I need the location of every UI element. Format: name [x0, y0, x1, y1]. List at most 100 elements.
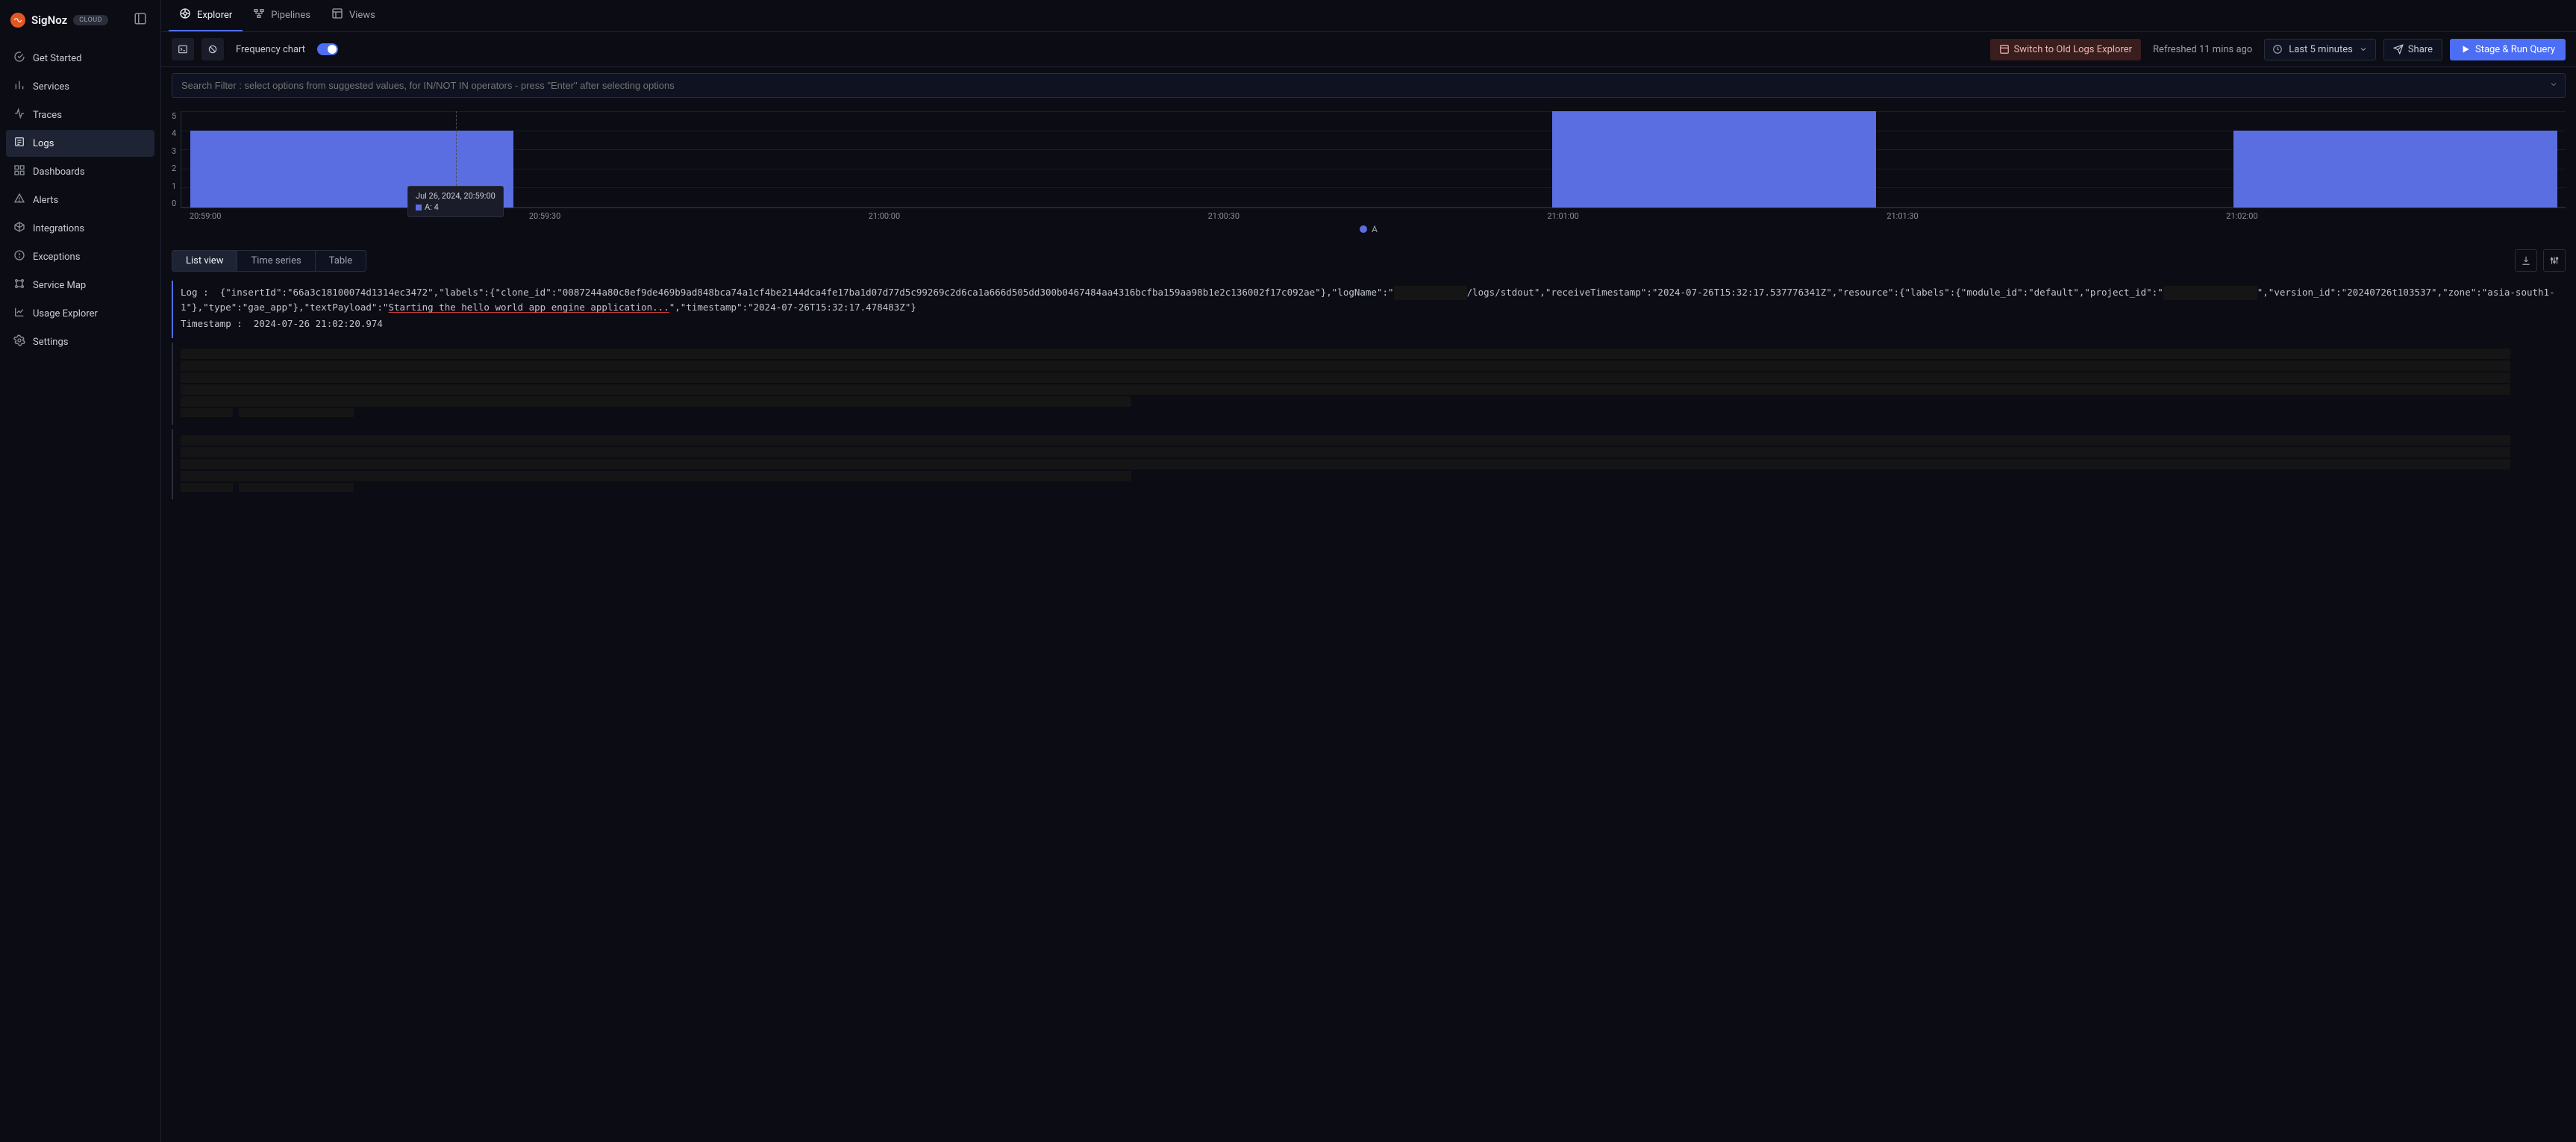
- switch-old-explorer-button[interactable]: Switch to Old Logs Explorer: [1990, 39, 2141, 60]
- sidebar-item-label: Traces: [33, 110, 62, 121]
- redacted-text: [239, 408, 354, 417]
- x-tick: 21:02:00: [2226, 211, 2566, 221]
- sidebar-item-label: Services: [33, 81, 69, 93]
- logs-icon: [13, 136, 25, 151]
- y-tick: 1: [172, 181, 176, 191]
- redacted-text: [181, 384, 2510, 395]
- sidebar-item-service-map[interactable]: Service Map: [6, 272, 154, 299]
- sidebar-item-logs[interactable]: Logs: [6, 130, 154, 157]
- log-entry[interactable]: [172, 343, 2566, 425]
- y-tick: 2: [172, 163, 176, 173]
- view-tab-list-view[interactable]: List view: [172, 251, 237, 271]
- chart-bar[interactable]: [2233, 131, 2557, 208]
- timestamp-label: Timestamp :: [181, 318, 243, 329]
- cancel-query-button[interactable]: [201, 38, 224, 60]
- x-tick: 21:00:00: [869, 211, 1208, 221]
- switch-old-explorer-label: Switch to Old Logs Explorer: [2014, 44, 2132, 55]
- chevron-down-icon: [2359, 45, 2368, 54]
- log-entry[interactable]: Log : {"insertId":"66a3c18100074d1314ec3…: [172, 281, 2566, 338]
- brand-logo: [10, 13, 25, 28]
- download-button[interactable]: [2515, 249, 2537, 272]
- redacted-text: [239, 483, 354, 492]
- sidebar-item-exceptions[interactable]: Exceptions: [6, 243, 154, 270]
- x-tick: 20:59:00: [190, 211, 529, 221]
- sidebar-item-label: Get Started: [33, 53, 81, 64]
- log-body: {"insertId":"66a3c18100074d1314ec3472","…: [181, 287, 2555, 313]
- share-label: Share: [2408, 44, 2433, 55]
- sidebar-item-label: Service Map: [33, 280, 86, 291]
- view-tab-time-series[interactable]: Time series: [237, 251, 315, 271]
- sidebar-item-label: Alerts: [33, 195, 58, 206]
- search-filter-input[interactable]: [172, 73, 2566, 98]
- tab-label: Pipelines: [271, 10, 310, 21]
- share-button[interactable]: Share: [2383, 39, 2442, 60]
- sidebar-item-usage-explorer[interactable]: Usage Explorer: [6, 300, 154, 327]
- redacted-text: [181, 372, 2510, 383]
- network-icon: [13, 278, 25, 293]
- sidebar-collapse-button[interactable]: [131, 9, 150, 31]
- tab-label: Explorer: [197, 10, 232, 21]
- bar-chart-icon: [13, 79, 25, 94]
- chart-hover-line: [456, 111, 457, 197]
- sidebar-item-traces[interactable]: Traces: [6, 102, 154, 128]
- redacted-text: [1394, 286, 1467, 300]
- sidebar-item-services[interactable]: Services: [6, 73, 154, 100]
- x-tick: 21:01:30: [1886, 211, 2226, 221]
- sidebar-item-label: Logs: [33, 138, 54, 149]
- tab-label: Views: [349, 10, 375, 21]
- sidebar-item-get-started[interactable]: Get Started: [6, 45, 154, 72]
- time-range-value: Last 5 minutes: [2289, 44, 2353, 55]
- redacted-text: [2163, 286, 2257, 300]
- tab-icon: [179, 7, 191, 22]
- timestamp-value: 2024-07-26 21:02:20.974: [254, 318, 383, 329]
- brand-name: SigNoz: [31, 13, 67, 27]
- y-tick: 0: [172, 199, 176, 208]
- check-circle-icon: [13, 51, 25, 66]
- alert-triangle-icon: [13, 193, 25, 208]
- activity-icon: [13, 107, 25, 122]
- terminal-button[interactable]: [172, 38, 194, 60]
- frequency-chart[interactable]: 543210 20:59:0020:59:3021:00:0021:00:302…: [161, 104, 2576, 243]
- redacted-text: [181, 435, 2510, 446]
- x-tick: 21:01:00: [1547, 211, 1886, 221]
- sidebar-item-integrations[interactable]: Integrations: [6, 215, 154, 242]
- redacted-text: [181, 396, 1131, 407]
- y-tick: 5: [172, 111, 176, 121]
- grid-icon: [13, 164, 25, 179]
- legend-swatch: [1360, 225, 1367, 233]
- redacted-text: [181, 361, 2510, 371]
- columns-settings-button[interactable]: [2543, 249, 2566, 272]
- time-range-selector[interactable]: Last 5 minutes: [2264, 39, 2376, 60]
- x-tick: 20:59:30: [529, 211, 869, 221]
- redacted-text: [181, 408, 233, 417]
- alert-circle-icon: [13, 249, 25, 264]
- sidebar-item-label: Dashboards: [33, 166, 85, 178]
- chart-bar[interactable]: [1552, 111, 1876, 208]
- tab-icon: [253, 7, 265, 22]
- tab-explorer[interactable]: Explorer: [169, 0, 243, 31]
- tab-views[interactable]: Views: [321, 0, 386, 31]
- chart-bar[interactable]: [190, 131, 514, 208]
- sidebar-item-settings[interactable]: Settings: [6, 328, 154, 355]
- log-entry[interactable]: [172, 429, 2566, 499]
- sidebar-item-dashboards[interactable]: Dashboards: [6, 158, 154, 185]
- y-tick: 4: [172, 128, 176, 138]
- tab-pipelines[interactable]: Pipelines: [243, 0, 321, 31]
- gear-icon: [13, 334, 25, 349]
- sidebar-item-label: Integrations: [33, 223, 84, 234]
- frequency-chart-toggle[interactable]: [317, 43, 338, 55]
- package-icon: [13, 221, 25, 236]
- view-tab-table[interactable]: Table: [316, 251, 366, 271]
- sidebar-item-label: Usage Explorer: [33, 308, 98, 319]
- redacted-text: [181, 471, 1131, 481]
- play-icon: [2460, 44, 2471, 54]
- redacted-text: [181, 459, 2510, 469]
- x-tick: 21:00:30: [1208, 211, 1548, 221]
- redacted-text: [181, 349, 2510, 359]
- log-label: Log :: [181, 287, 209, 298]
- run-query-button[interactable]: Stage & Run Query: [2450, 39, 2566, 60]
- line-chart-icon: [13, 306, 25, 321]
- run-query-label: Stage & Run Query: [2475, 44, 2555, 55]
- tab-icon: [331, 7, 343, 22]
- sidebar-item-alerts[interactable]: Alerts: [6, 187, 154, 213]
